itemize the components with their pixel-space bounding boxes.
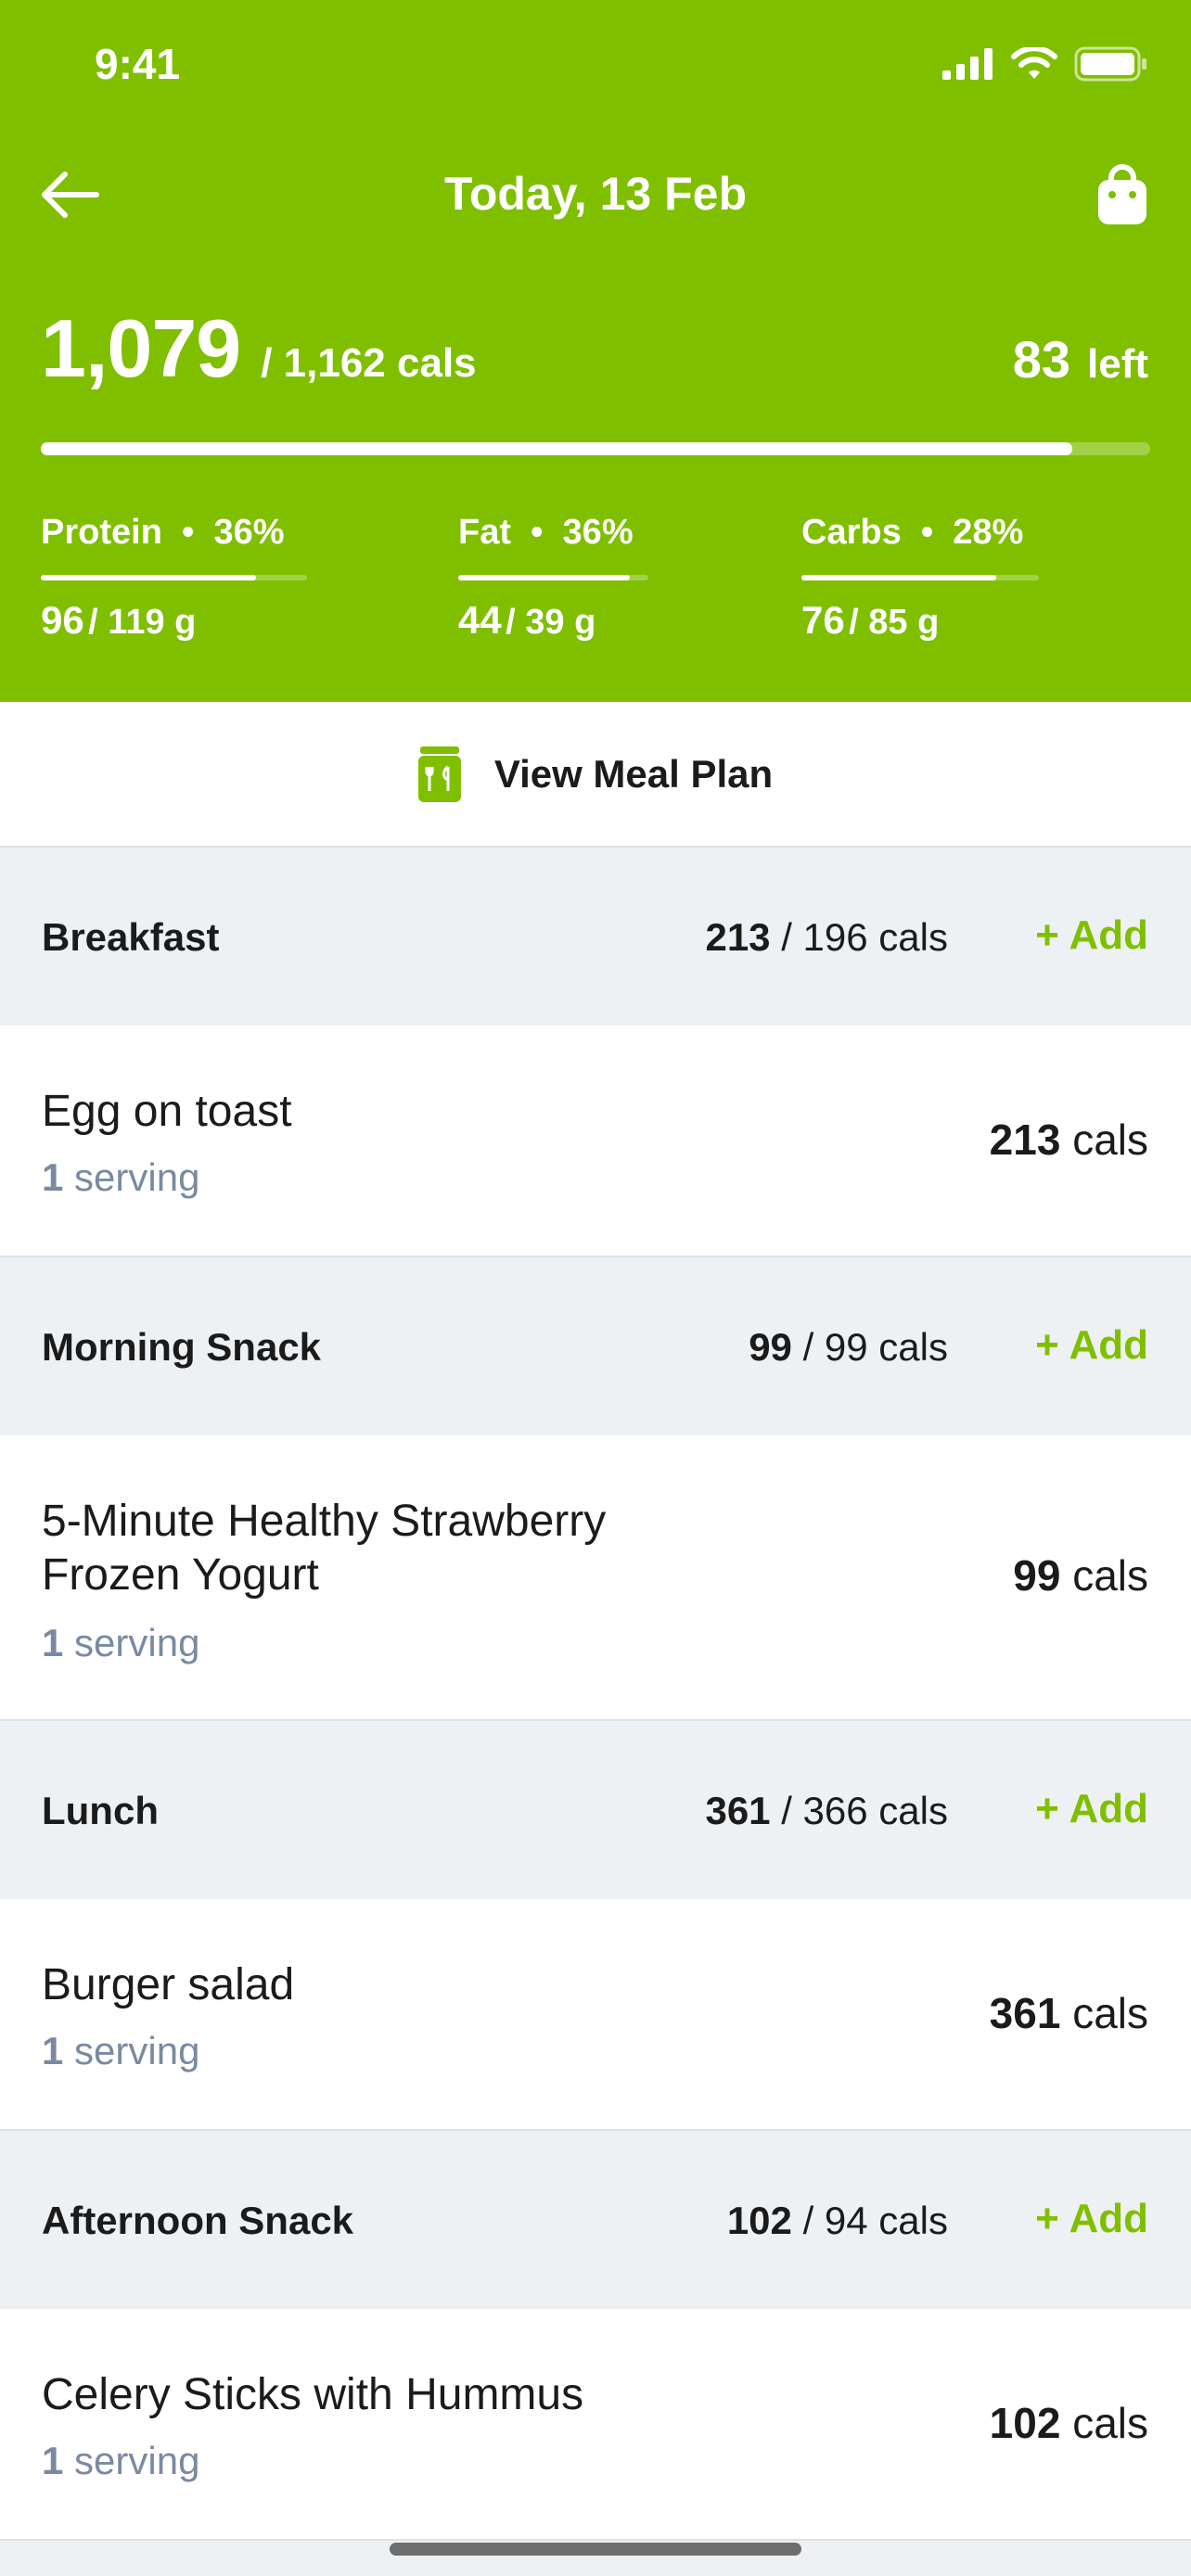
macro-progress-bar — [458, 575, 648, 580]
food-item[interactable]: Egg on toast 1 serving 213 cals — [0, 1026, 1191, 1257]
battery-icon — [1074, 46, 1146, 82]
add-morning-snack-button[interactable]: + Add — [1035, 1322, 1148, 1369]
food-name: 5-Minute Healthy Strawberry Frozen Yogur… — [42, 1497, 607, 1600]
add-afternoon-snack-button[interactable]: + Add — [1035, 2196, 1148, 2242]
meal-calories: 99 / 99 cals — [749, 1325, 948, 1369]
macro-label: Fat • 36% — [458, 513, 634, 552]
food-calories: 361 cals — [989, 1989, 1148, 2037]
food-name: Celery Sticks with Hummus — [42, 2370, 584, 2419]
macro-value: 44 / 39 g — [458, 598, 596, 642]
food-name: Burger salad — [42, 1960, 295, 2009]
macro-label: Protein • 36% — [41, 513, 285, 552]
food-item[interactable]: Celery Sticks with Hummus 1 serving 102 … — [0, 2309, 1191, 2541]
calories-left-label: left — [1087, 341, 1148, 387]
macro-value: 96 / 119 g — [41, 598, 197, 642]
wifi-icon — [1011, 47, 1057, 79]
meal-calories: 361 / 366 cals — [705, 1789, 948, 1832]
header: 9:41 Today, 13 Feb 1,079 / 1,162 cals 83… — [0, 0, 1191, 702]
food-item[interactable]: 5-Minute Healthy Strawberry Frozen Yogur… — [0, 1435, 1191, 1721]
calories-left-value: 83 — [1012, 330, 1070, 389]
macro-progress-fill — [801, 575, 996, 580]
food-serving: 1 serving — [42, 1155, 200, 1199]
calories-left: 83 left — [1013, 329, 1148, 389]
food-serving: 1 serving — [42, 2029, 200, 2072]
meal-title: Morning Snack — [42, 1325, 322, 1369]
macro-progress-bar — [801, 575, 1039, 580]
meal-title: Afternoon Snack — [42, 2199, 354, 2242]
page-title: Today, 13 Feb — [443, 168, 747, 220]
meal-plan-icon — [417, 746, 461, 802]
calorie-progress-bar — [41, 442, 1150, 455]
food-serving: 1 serving — [42, 2439, 200, 2482]
calorie-progress-fill — [41, 442, 1073, 455]
shopping-bag-icon[interactable] — [1095, 163, 1150, 226]
macro-value: 76 / 85 g — [801, 598, 940, 642]
macro-progress-fill — [458, 575, 630, 580]
add-breakfast-button[interactable]: + Add — [1035, 912, 1148, 959]
macro-fat: Fat • 36% 44 / 39 g — [458, 513, 648, 642]
food-name: Egg on toast — [42, 1087, 292, 1136]
macro-progress-fill — [41, 575, 257, 580]
add-lunch-button[interactable]: + Add — [1035, 1786, 1148, 1832]
macro-protein: Protein • 36% 96 / 119 g — [41, 513, 307, 642]
macro-label: Carbs • 28% — [801, 513, 1024, 552]
view-meal-plan-label: View Meal Plan — [493, 751, 774, 796]
meal-section-morning-snack: Morning Snack 99 / 99 cals + Add — [0, 1257, 1191, 1437]
food-serving: 1 serving — [42, 1621, 200, 1664]
food-item[interactable]: Burger salad 1 serving 361 cals — [0, 1899, 1191, 2131]
calories-eaten: 1,079 — [41, 302, 241, 394]
macro-progress-bar — [41, 575, 307, 580]
meal-section-lunch: Lunch 361 / 366 cals + Add — [0, 1721, 1191, 1901]
view-meal-plan-button[interactable]: View Meal Plan — [0, 702, 1191, 848]
meal-calories: 102 / 94 cals — [726, 2199, 948, 2242]
calories-goal: / 1,162 cals — [261, 340, 477, 386]
meal-section-breakfast: Breakfast 213 / 196 cals + Add — [0, 848, 1191, 1027]
meal-calories: 213 / 196 cals — [705, 915, 948, 959]
calorie-summary: 1,079 / 1,162 cals — [41, 301, 477, 396]
meal-title: Breakfast — [42, 915, 220, 959]
status-time: 9:41 — [95, 40, 181, 88]
food-calories: 213 cals — [989, 1116, 1148, 1164]
food-calories: 99 cals — [1013, 1551, 1148, 1600]
home-indicator[interactable] — [390, 2543, 801, 2556]
meal-section-afternoon-snack: Afternoon Snack 102 / 94 cals + Add — [0, 2131, 1191, 2311]
food-calories: 102 cals — [989, 2399, 1148, 2447]
macro-carbs: Carbs • 28% 76 / 85 g — [801, 513, 1039, 642]
meal-title: Lunch — [42, 1789, 159, 1832]
status-icons — [942, 46, 1148, 82]
signal-icon — [942, 48, 992, 80]
